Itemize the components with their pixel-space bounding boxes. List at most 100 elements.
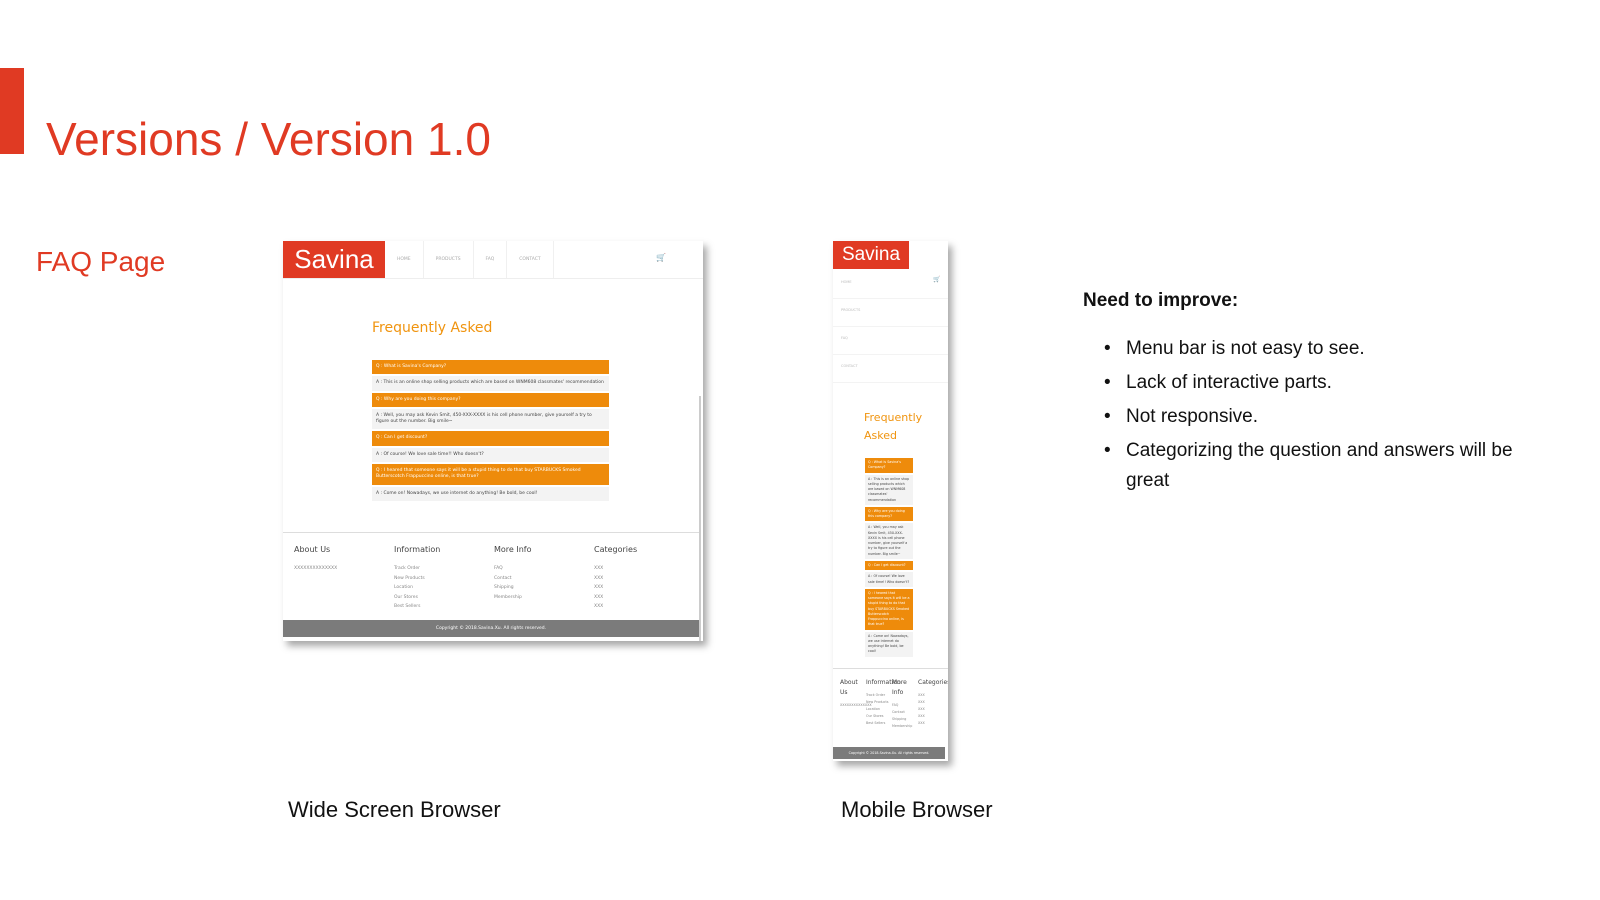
- footer-link[interactable]: Membership: [494, 593, 594, 603]
- faq-question[interactable]: Q : What is Savina's Company?: [865, 458, 913, 473]
- nav-item-products[interactable]: PRODUCTS: [833, 299, 948, 327]
- footer-link[interactable]: XXX: [594, 564, 694, 574]
- footer-heading: More Info: [494, 545, 532, 554]
- footer-col-about: About Us XXXXXXXXXXXXXX: [840, 678, 872, 730]
- faq-question[interactable]: Q : I heared that someone says it will b…: [372, 464, 609, 485]
- faq-title: Frequently Asked: [372, 320, 493, 336]
- footer-link[interactable]: XXX: [918, 692, 944, 699]
- title-accent-bar: [0, 68, 24, 154]
- scrollbar[interactable]: [699, 396, 701, 641]
- footer-divider: [833, 668, 948, 669]
- footer-heading: More Info: [892, 679, 907, 696]
- footer-link[interactable]: Track Order: [866, 692, 892, 699]
- nav-item-faq[interactable]: FAQ: [474, 241, 508, 278]
- footer-link[interactable]: XXX: [594, 583, 694, 593]
- footer-link[interactable]: XXX: [594, 593, 694, 603]
- nav-item-faq[interactable]: FAQ: [833, 327, 948, 355]
- faq-answer: A : Of course! We love sale time!! Who d…: [372, 447, 609, 463]
- footer-link[interactable]: XXX: [594, 602, 694, 612]
- footer-col-categories: Categories XXX XXX XXX XXX XXX: [918, 678, 948, 730]
- nav-item-home[interactable]: HOME: [833, 271, 948, 299]
- faq-answer: A : Come on! Nowadays, we use internet d…: [372, 486, 609, 501]
- footer-link[interactable]: Best Sellers: [394, 602, 494, 612]
- nav-item-contact[interactable]: CONTACT: [507, 241, 554, 278]
- nav-item-products[interactable]: PRODUCTS: [424, 241, 474, 278]
- faq-title-line: Frequently: [864, 411, 923, 424]
- faq-title: Frequently Asked: [864, 409, 924, 445]
- note-item: Lack of interactive parts.: [1104, 368, 1543, 398]
- site-nav: HOME PRODUCTS FAQ CONTACT: [385, 241, 554, 278]
- copyright-bar: Copyright © 2018.Savina.Xu. All rights r…: [283, 620, 699, 637]
- site-logo[interactable]: Savina: [833, 241, 909, 269]
- slide-title: Versions / Version 1.0: [46, 113, 491, 165]
- faq-question[interactable]: Q : Can I get discount?: [372, 431, 609, 446]
- faq-answer: A : This is an online shop selling produ…: [865, 474, 913, 505]
- caption-mobile: Mobile Browser: [841, 797, 993, 822]
- site-header: Savina HOME PRODUCTS FAQ CONTACT 🛒: [283, 241, 703, 279]
- footer-link[interactable]: XXX: [918, 720, 944, 727]
- footer-link[interactable]: Our Stores: [866, 713, 892, 720]
- footer-col-more-info: More Info FAQ Contact Shipping Membershi…: [494, 545, 594, 612]
- footer-link[interactable]: XXX: [594, 574, 694, 584]
- footer-heading: About Us: [294, 545, 331, 554]
- section-label: FAQ Page: [36, 246, 166, 277]
- faq-answer: A : This is an online shop selling produ…: [372, 376, 609, 391]
- faq-list: Q : What is Savina's Company? A : This i…: [865, 458, 913, 659]
- footer-link[interactable]: Location: [866, 706, 892, 713]
- site-logo[interactable]: Savina: [283, 241, 385, 278]
- faq-list: Q : What is Savina's Company? A : This i…: [372, 360, 609, 503]
- footer-link[interactable]: Membership: [892, 723, 918, 730]
- footer-heading: Information: [866, 679, 901, 686]
- footer-col-categories: Categories XXX XXX XXX XXX XXX: [594, 545, 694, 612]
- footer-link[interactable]: FAQ: [494, 564, 594, 574]
- faq-question[interactable]: Q : Can I get discount?: [865, 560, 913, 571]
- footer-link[interactable]: XXX: [918, 699, 944, 706]
- footer-col-about: About Us XXXXXXXXXXXXXX: [294, 545, 394, 612]
- note-item: Not responsive.: [1104, 402, 1543, 432]
- nav-item-home[interactable]: HOME: [385, 241, 424, 278]
- mobile-screenshot: Savina 🛒 HOME PRODUCTS FAQ CONTACT Frequ…: [833, 241, 948, 761]
- footer-col-more-info: More Info FAQ Contact Shipping Membershi…: [892, 678, 918, 730]
- footer-heading: Information: [394, 545, 441, 554]
- footer-link[interactable]: Our Stores: [394, 593, 494, 603]
- footer-link[interactable]: Contact: [494, 574, 594, 584]
- footer-heading: Categories: [594, 545, 638, 554]
- footer-link[interactable]: Location: [394, 583, 494, 593]
- faq-question[interactable]: Q : I heared that someone says it will b…: [865, 588, 913, 630]
- nav-item-contact[interactable]: CONTACT: [833, 355, 948, 383]
- note-item: Categorizing the question and answers wi…: [1104, 436, 1543, 496]
- footer-text: XXXXXXXXXXXXXX: [294, 566, 338, 571]
- footer-link[interactable]: New Products: [394, 574, 494, 584]
- footer-link[interactable]: Best Sellers: [866, 720, 892, 727]
- footer-divider: [283, 532, 699, 533]
- faq-answer: A : Of course! We love sale time!! Who d…: [865, 572, 913, 587]
- notes-heading: Need to improve:: [1083, 290, 1239, 311]
- footer-link[interactable]: XXX: [918, 706, 944, 713]
- faq-answer: A : Well, you may ask Kevin Smit, 450-XX…: [372, 408, 609, 430]
- footer-link[interactable]: Contact: [892, 709, 918, 716]
- footer-col-information: Information Track Order New Products Loc…: [866, 678, 901, 730]
- footer-text: XXXXXXXXXXXXXX: [840, 703, 872, 707]
- footer-link[interactable]: Track Order: [394, 564, 494, 574]
- footer-link[interactable]: FAQ: [892, 702, 918, 709]
- shopping-cart-icon[interactable]: 🛒: [656, 253, 666, 262]
- notes-list: Menu bar is not easy to see. Lack of int…: [1083, 334, 1543, 496]
- faq-answer: A : Well, you may ask Kevin Smit, 450-XX…: [865, 523, 913, 559]
- footer-link[interactable]: XXX: [918, 713, 944, 720]
- faq-question[interactable]: Q : Why are you doing this company?: [372, 392, 609, 407]
- copyright-bar: Copyright © 2018.Savina.Xu. All rights r…: [833, 747, 945, 759]
- footer-heading: About Us: [840, 679, 858, 696]
- footer-link[interactable]: Shipping: [494, 583, 594, 593]
- caption-wide-screen: Wide Screen Browser: [288, 797, 501, 822]
- improvement-notes: Need to improve: Menu bar is not easy to…: [1083, 290, 1543, 500]
- faq-question[interactable]: Q : Why are you doing this company?: [865, 506, 913, 522]
- footer-col-information: Information Track Order New Products Loc…: [394, 545, 494, 612]
- site-nav: HOME PRODUCTS FAQ CONTACT: [833, 271, 948, 383]
- footer-heading: Categories: [918, 679, 948, 686]
- faq-question[interactable]: Q : What is Savina's Company?: [372, 360, 609, 375]
- wide-screen-screenshot: Savina HOME PRODUCTS FAQ CONTACT 🛒 Frequ…: [283, 241, 703, 641]
- footer-link[interactable]: Shipping: [892, 716, 918, 723]
- footer-link[interactable]: New Products: [866, 699, 892, 706]
- faq-answer: A : Come on! Nowadays, we use internet d…: [865, 631, 913, 657]
- site-footer: About Us XXXXXXXXXXXXXX Information Trac…: [840, 678, 948, 730]
